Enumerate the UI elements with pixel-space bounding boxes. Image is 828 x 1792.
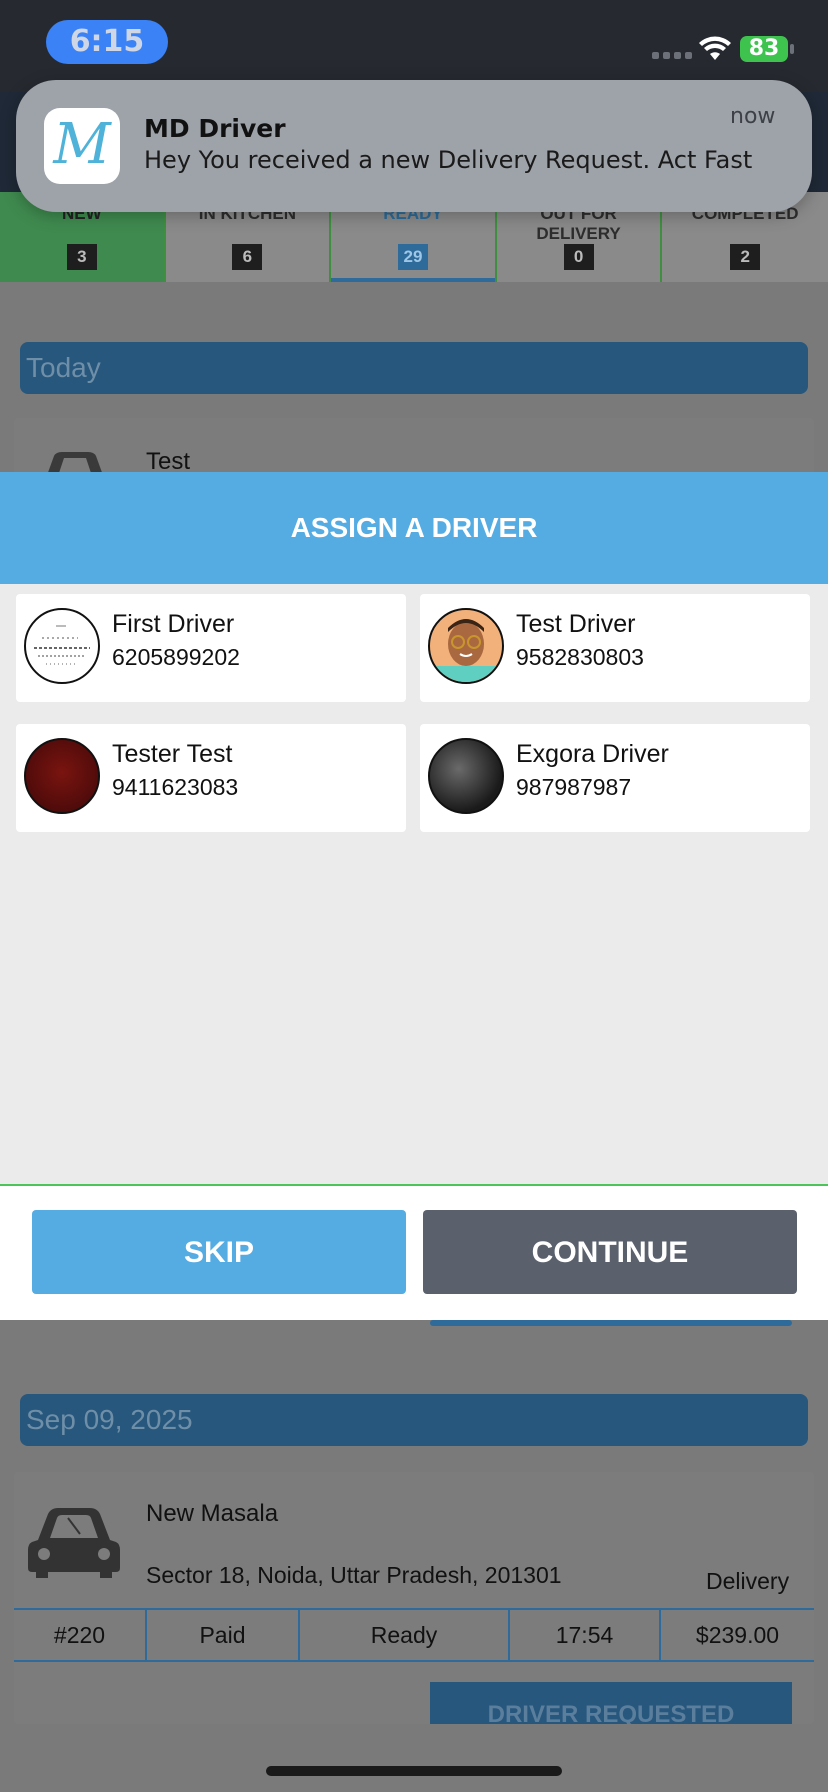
- driver-phone: 9582830803: [516, 644, 644, 670]
- driver-phone: 987987987: [516, 774, 632, 800]
- tab-count-badge: 6: [232, 244, 263, 270]
- driver-name: Tester Test: [112, 740, 233, 768]
- battery-indicator: 83: [740, 36, 788, 62]
- driver-name: Test Driver: [516, 610, 636, 638]
- wifi-icon: [699, 36, 731, 60]
- driver-list: First Driver 6205899202 Test Driver 9582…: [0, 584, 828, 1184]
- driver-card-exgora-driver[interactable]: Exgora Driver 987987987: [420, 724, 810, 832]
- car-icon: [28, 1508, 120, 1578]
- status-time: 6:15: [46, 20, 168, 64]
- order-card-test[interactable]: [14, 418, 814, 478]
- push-notification[interactable]: M MD Driver Hey You received a new Deliv…: [16, 80, 812, 212]
- tab-count-badge: 3: [66, 244, 97, 270]
- modal-title: ASSIGN A DRIVER: [0, 472, 828, 584]
- notification-message: Hey You received a new Delivery Request.…: [144, 146, 753, 174]
- notification-title: MD Driver: [144, 114, 286, 143]
- driver-avatar: [24, 738, 100, 814]
- order-status: Ready: [300, 1610, 510, 1660]
- order-total: $239.00: [695, 1622, 780, 1648]
- continue-button[interactable]: CONTINUE: [423, 1210, 797, 1294]
- driver-card-tester-test[interactable]: Tester Test 9411623083: [16, 724, 406, 832]
- payment-status: Paid: [147, 1610, 300, 1660]
- home-bar-area: [0, 1724, 828, 1792]
- battery-nub: [790, 44, 794, 54]
- skip-button[interactable]: SKIP: [32, 1210, 406, 1294]
- tab-count-badge: 29: [397, 244, 428, 270]
- date-section-today: Today: [20, 342, 808, 394]
- driver-phone: 6205899202: [112, 644, 240, 670]
- cellular-signal-icon: [652, 52, 692, 60]
- card-action-edge: [430, 1320, 792, 1326]
- modal-footer: SKIP CONTINUE: [0, 1184, 828, 1320]
- tab-count-badge: 2: [730, 244, 761, 270]
- date-section-sep-09: Sep 09, 2025: [20, 1394, 808, 1446]
- driver-card-first-driver[interactable]: First Driver 6205899202: [16, 594, 406, 702]
- driver-phone: 9411623083: [112, 774, 239, 800]
- order-time: 17:54: [510, 1610, 661, 1660]
- notification-time: now: [730, 104, 776, 129]
- driver-avatar: [428, 738, 504, 814]
- app-icon: M: [44, 108, 120, 184]
- driver-avatar: [24, 608, 100, 684]
- order-number: #220: [14, 1610, 147, 1660]
- home-indicator[interactable]: [266, 1766, 562, 1776]
- order-name: New Masala: [146, 1500, 279, 1527]
- tab-count-badge: 0: [563, 244, 594, 270]
- order-address: Sector 18, Noida, Uttar Pradesh, 201301: [146, 1562, 562, 1588]
- order-type: Delivery: [706, 1568, 790, 1594]
- driver-name: Exgora Driver: [516, 740, 669, 768]
- order-summary-row: #220 Paid Ready 17:54 $239.00: [14, 1608, 814, 1662]
- driver-card-test-driver[interactable]: Test Driver 9582830803: [420, 594, 810, 702]
- driver-name: First Driver: [112, 610, 235, 638]
- driver-avatar: [428, 608, 504, 684]
